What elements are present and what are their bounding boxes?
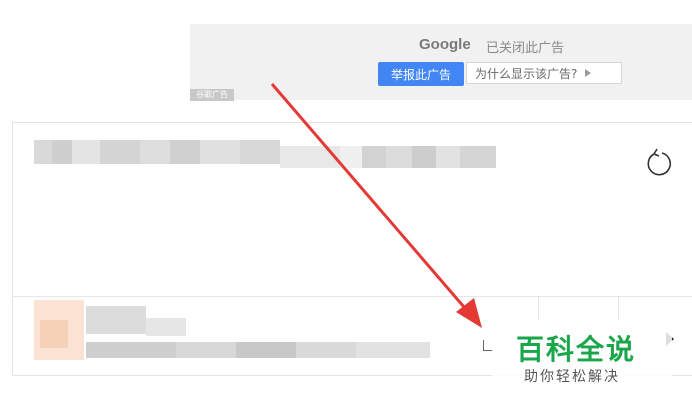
watermark-subtitle: 助你轻松解决	[524, 369, 620, 385]
watermark-title: 百科全说	[516, 333, 637, 366]
